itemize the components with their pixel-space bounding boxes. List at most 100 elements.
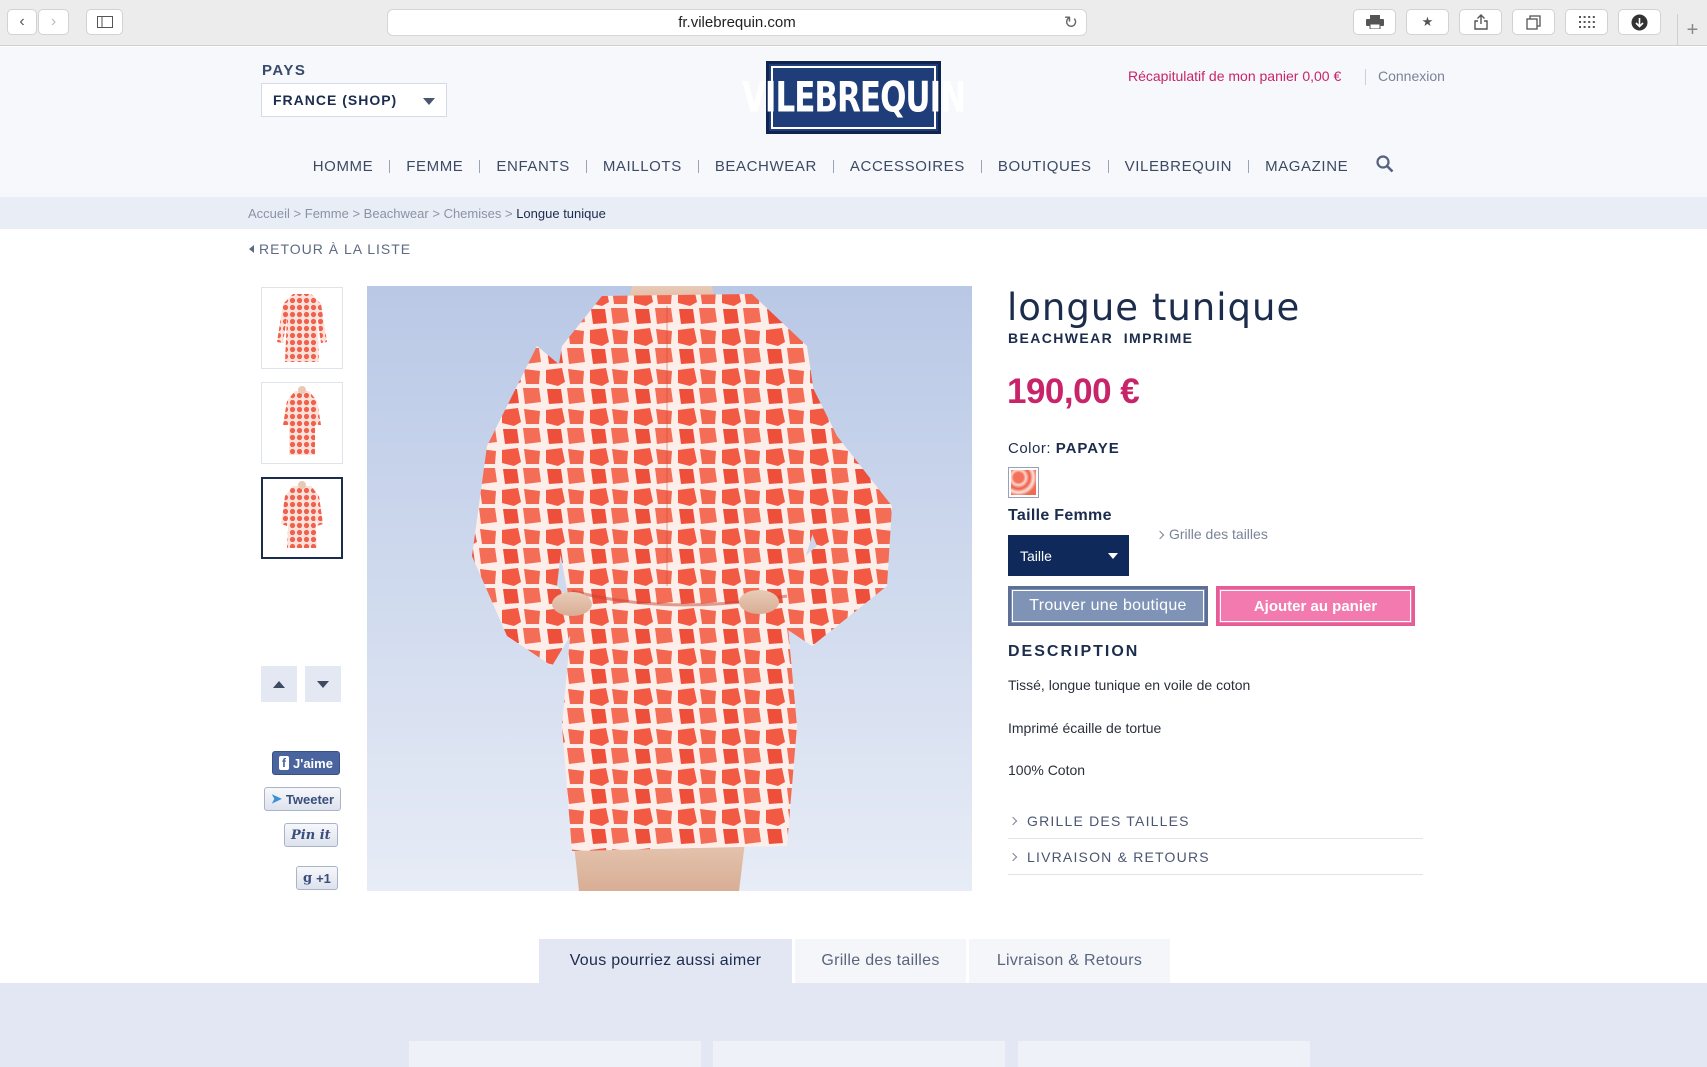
nav-divider xyxy=(1248,160,1250,173)
size-guide-link[interactable]: Grille des tailles xyxy=(1155,526,1268,542)
product-price: 190,00 € xyxy=(1007,372,1140,411)
google-icon: g xyxy=(303,870,313,886)
back-to-list-label: RETOUR À LA LISTE xyxy=(259,241,412,257)
nav-item-beachwear[interactable]: BEACHWEAR xyxy=(715,158,817,175)
add-to-cart-button[interactable]: Ajouter au panier xyxy=(1216,586,1415,626)
share-icon[interactable] xyxy=(1459,9,1502,35)
chevron-down-icon xyxy=(317,680,329,688)
nav-divider xyxy=(1107,160,1109,173)
breadcrumb-separator: > xyxy=(293,206,302,221)
facebook-icon: f xyxy=(279,756,289,770)
nav-item-homme[interactable]: HOMME xyxy=(313,158,374,175)
chevron-right-icon xyxy=(1008,816,1018,825)
color-value: PAPAYE xyxy=(1055,440,1120,457)
breadcrumb-bar: Accueil > Femme > Beachwear > Chemises >… xyxy=(0,197,1707,229)
product-subtitle: BEACHWEAR IMPRIME xyxy=(1008,330,1194,346)
nav-item-accessoires[interactable]: ACCESSOIRES xyxy=(850,158,965,175)
back-arrow-icon[interactable]: ‹ xyxy=(7,9,37,35)
accordion-size-guide[interactable]: GRILLE DES TAILLES xyxy=(1008,803,1423,839)
country-label: PAYS xyxy=(262,62,307,79)
vilebrequin-logo[interactable]: VILEBREQUIN xyxy=(742,61,966,134)
breadcrumb-accueil[interactable]: Accueil xyxy=(248,206,290,221)
download-icon[interactable] xyxy=(1618,9,1661,35)
chevron-left-icon xyxy=(249,245,254,253)
print-icon[interactable] xyxy=(1353,9,1396,35)
nav-item-enfants[interactable]: ENFANTS xyxy=(496,158,569,175)
chevron-down-icon xyxy=(423,98,435,105)
header-divider xyxy=(1365,69,1366,85)
thumbnail-scroll-down-button[interactable] xyxy=(305,666,341,702)
forward-arrow-icon[interactable]: › xyxy=(38,9,69,35)
chevron-right-icon xyxy=(1155,530,1165,540)
google-plus-label: +1 xyxy=(316,870,331,886)
breadcrumb-separator: > xyxy=(504,206,513,221)
product-tabs: Vous pourriez aussi aimer Grille des tai… xyxy=(539,939,1173,983)
chevron-up-icon xyxy=(273,680,285,688)
nav-item-boutiques[interactable]: BOUTIQUES xyxy=(998,158,1092,175)
product-title: longue tunique xyxy=(1007,286,1301,329)
color-label: Color: PAPAYE xyxy=(1008,440,1120,457)
nav-divider xyxy=(980,160,982,173)
nav-divider xyxy=(389,160,391,173)
recommendation-card[interactable] xyxy=(409,1041,701,1067)
nav-item-maillots[interactable]: MAILLOTS xyxy=(603,158,682,175)
nav-divider xyxy=(585,160,587,173)
breadcrumb-current: Longue tunique xyxy=(516,206,606,221)
color-swatch-papaye[interactable] xyxy=(1008,467,1039,498)
thumbnail-image xyxy=(281,481,323,548)
login-link[interactable]: Connexion xyxy=(1378,68,1445,84)
bookmark-icon[interactable]: ★ xyxy=(1406,9,1449,35)
recommendation-card[interactable] xyxy=(713,1041,1005,1067)
breadcrumb: Accueil > Femme > Beachwear > Chemises >… xyxy=(248,206,606,221)
product-thumbnail[interactable] xyxy=(261,382,343,464)
google-plus-button[interactable]: g +1 xyxy=(296,866,338,890)
tweet-button[interactable]: ➤ Tweeter xyxy=(264,787,342,811)
chevron-right-icon xyxy=(1008,852,1018,861)
nav-divider xyxy=(832,160,834,173)
thumbnail-scroll-up-button[interactable] xyxy=(261,666,297,702)
address-bar[interactable]: fr.vilebrequin.com ↻ xyxy=(387,9,1087,36)
search-icon[interactable] xyxy=(1376,155,1394,178)
color-label-text: Color: xyxy=(1008,440,1052,457)
accordion-delivery-returns[interactable]: LIVRAISON & RETOURS xyxy=(1008,839,1423,875)
product-thumbnail[interactable] xyxy=(261,287,343,369)
nav-item-vilebrequin[interactable]: VILEBREQUIN xyxy=(1125,158,1232,175)
size-guide-label: Grille des tailles xyxy=(1169,526,1268,542)
nav-divider xyxy=(697,160,699,173)
size-select[interactable]: Taille xyxy=(1008,535,1129,576)
product-main-image[interactable] xyxy=(367,286,972,891)
main-navigation: HOMME FEMME ENFANTS MAILLOTS BEACHWEAR A… xyxy=(0,155,1707,178)
tab-size-guide[interactable]: Grille des tailles xyxy=(795,939,966,983)
back-to-list-link[interactable]: RETOUR À LA LISTE xyxy=(249,241,411,257)
grid-icon[interactable] xyxy=(1565,9,1608,35)
cart-summary-link[interactable]: Récapitulatif de mon panier 0,00 € xyxy=(1128,68,1341,84)
find-store-button[interactable]: Trouver une boutique xyxy=(1008,586,1208,626)
country-select[interactable]: FRANCE (SHOP) xyxy=(261,83,447,117)
breadcrumb-separator: > xyxy=(352,206,361,221)
logo-text: VILEBREQUIN xyxy=(741,73,966,122)
thumbnail-image xyxy=(283,386,321,455)
size-select-value: Taille xyxy=(1020,547,1052,564)
country-value: FRANCE (SHOP) xyxy=(273,92,398,108)
facebook-like-button[interactable]: f J'aime xyxy=(272,751,340,775)
nav-item-magazine[interactable]: MAGAZINE xyxy=(1265,158,1348,175)
tab-you-may-also-like[interactable]: Vous pourriez aussi aimer xyxy=(539,939,792,983)
breadcrumb-chemises[interactable]: Chemises xyxy=(444,206,502,221)
sidebar-icon[interactable] xyxy=(86,9,123,35)
nav-divider xyxy=(479,160,481,173)
tab-delivery-returns[interactable]: Livraison & Retours xyxy=(969,939,1170,983)
url-text: fr.vilebrequin.com xyxy=(678,14,796,31)
breadcrumb-beachwear[interactable]: Beachwear xyxy=(364,206,429,221)
reload-icon[interactable]: ↻ xyxy=(1064,13,1078,33)
breadcrumb-femme[interactable]: Femme xyxy=(305,206,349,221)
nav-item-femme[interactable]: FEMME xyxy=(406,158,463,175)
tabs-icon[interactable] xyxy=(1512,9,1555,35)
breadcrumb-separator: > xyxy=(432,206,440,221)
pinterest-pin-button[interactable]: Pin it xyxy=(284,823,338,847)
site-header: PAYS FRANCE (SHOP) VILEBREQUIN Récapitul… xyxy=(0,47,1707,197)
twitter-bird-icon: ➤ xyxy=(271,791,282,806)
thumbnail-image xyxy=(277,294,327,362)
recommendation-card[interactable] xyxy=(1018,1041,1310,1067)
new-tab-icon[interactable]: + xyxy=(1677,14,1707,46)
product-thumbnail-selected[interactable] xyxy=(261,477,343,559)
